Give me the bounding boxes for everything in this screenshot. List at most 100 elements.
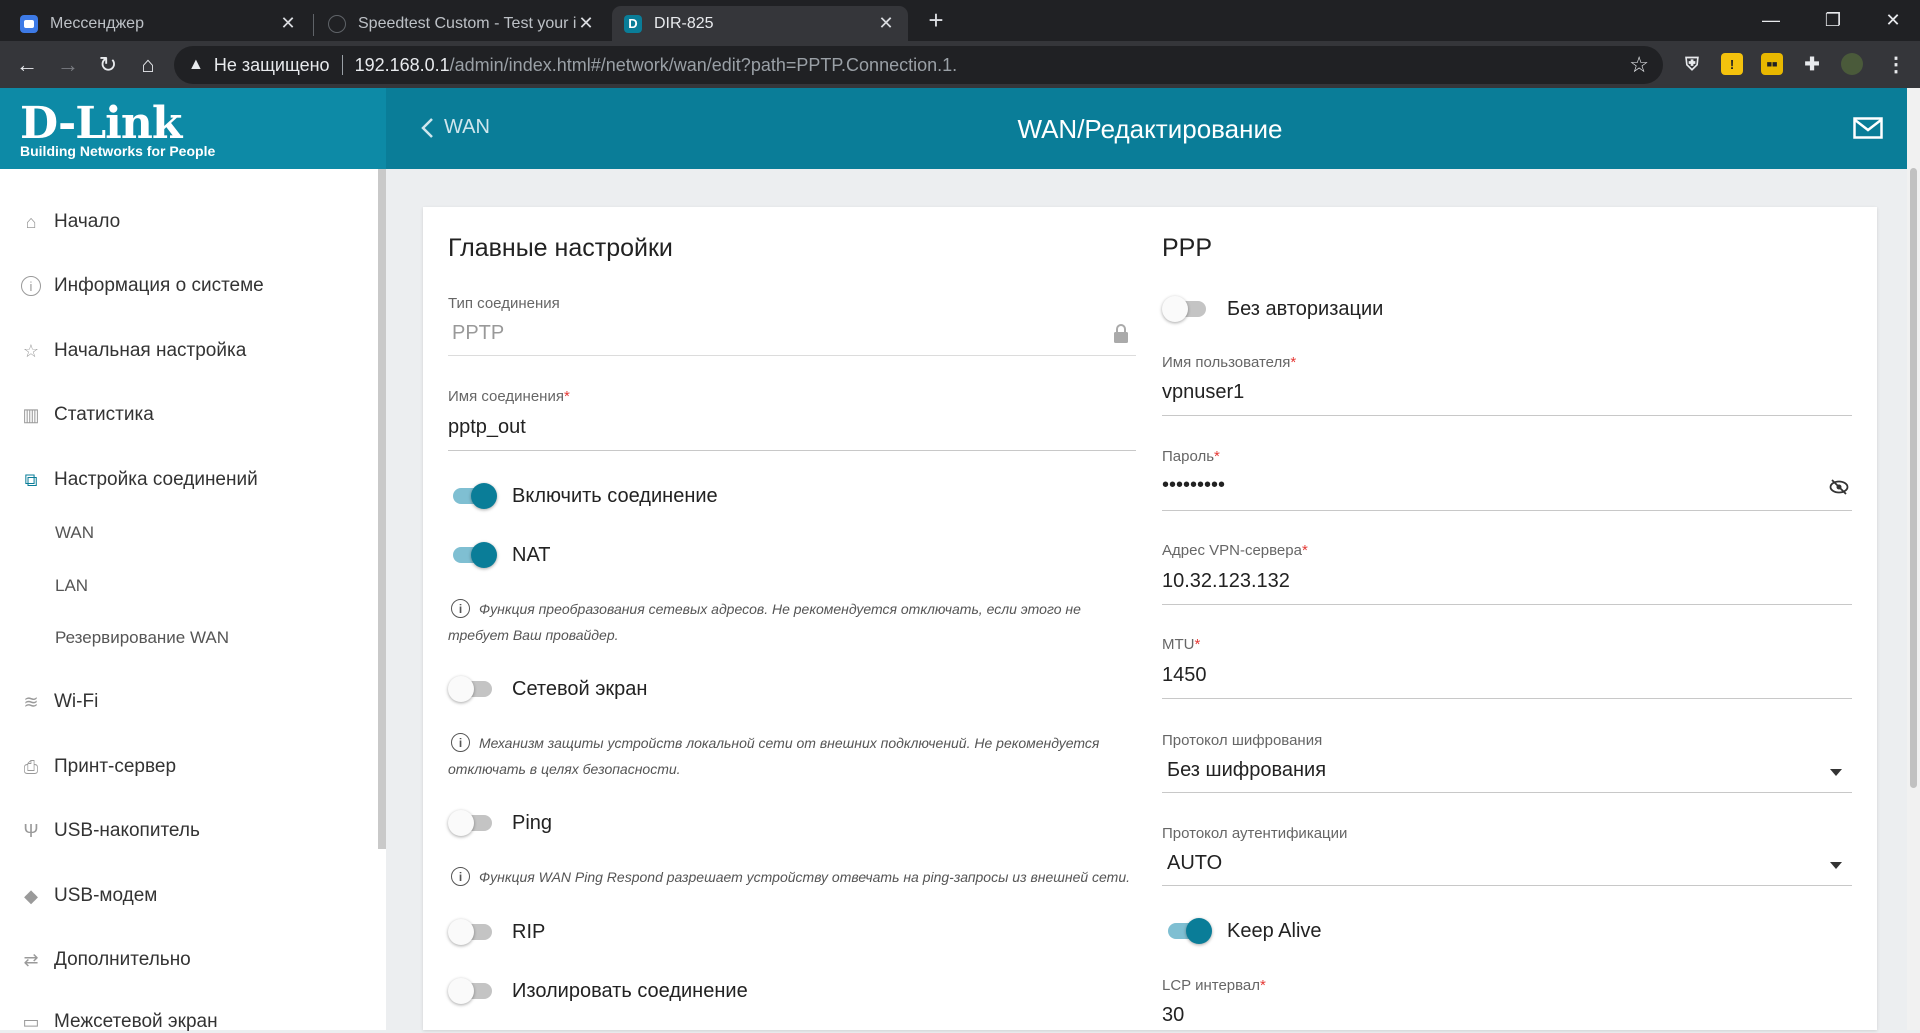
tab-speedtest[interactable]: Speedtest Custom - Test your internet ✕: [316, 6, 608, 41]
keepalive-label: Keep Alive: [1227, 920, 1322, 942]
tab-dir825[interactable]: D DIR-825 ✕: [612, 6, 908, 41]
eye-off-icon[interactable]: [1829, 479, 1849, 495]
forward-arrow-icon[interactable]: →: [54, 51, 82, 79]
mtu-input[interactable]: 1450: [1162, 664, 1207, 687]
restore-button[interactable]: ❐: [1802, 0, 1864, 41]
isolate-toggle[interactable]: [448, 977, 494, 1004]
page-title: WAN/Редактирование: [1017, 114, 1283, 144]
conn-type-value: PPTP: [452, 322, 505, 344]
printer-icon: ⎙: [23, 756, 39, 777]
sidebar-item-home[interactable]: ⌂ Начало: [20, 211, 121, 233]
auth-select[interactable]: AUTO: [1167, 852, 1222, 875]
dlink-logo[interactable]: D-Link Building Networks for People: [0, 88, 386, 169]
label-text: Адрес VPN-сервера: [1162, 542, 1302, 559]
home-browser-icon[interactable]: ⌂: [134, 51, 162, 79]
sidebar-item-label: Дополнительно: [54, 949, 191, 970]
ppp-title: PPP: [1162, 234, 1213, 262]
toggle-knob: [471, 483, 497, 509]
reload-icon[interactable]: ↻: [94, 51, 122, 79]
puzzle-extensions-icon[interactable]: ✚: [1801, 53, 1823, 75]
tab-messenger[interactable]: Мессенджер ✕: [8, 6, 310, 41]
sidebar-item-usb-modem[interactable]: ◆ USB-модем: [20, 885, 157, 907]
sidebar-item-advanced[interactable]: ⇄ Дополнительно: [20, 949, 191, 971]
speedtest-icon: [328, 14, 346, 33]
sidebar-item-label: Статистика: [54, 404, 154, 425]
sidebar-item-print-server[interactable]: ⎙ Принт-сервер: [20, 756, 176, 778]
nat-toggle[interactable]: [451, 541, 497, 568]
chart-icon: ▥: [22, 404, 40, 425]
sidebar-scrollbar[interactable]: [378, 169, 386, 849]
required-mark: *: [1214, 448, 1220, 465]
sidebar-item-label: Настройка соединений: [54, 469, 258, 490]
scrollbar-thumb[interactable]: [1910, 168, 1917, 788]
info-icon: i: [20, 275, 42, 297]
toggle-knob: [448, 978, 474, 1004]
ping-toggle[interactable]: [448, 809, 494, 836]
firewall-label: Сетевой экран: [512, 678, 648, 700]
noauth-toggle[interactable]: [1162, 295, 1208, 322]
sidebar-subitem-lan[interactable]: LAN: [55, 576, 88, 596]
lock-icon: [1114, 324, 1128, 343]
profile-avatar[interactable]: [1841, 53, 1863, 75]
mtu-underline: [1162, 698, 1852, 699]
lcp-input[interactable]: 30: [1162, 1004, 1184, 1027]
chevron-down-icon[interactable]: [1830, 769, 1842, 776]
label-text: Имя соединения: [448, 388, 564, 405]
back-button[interactable]: WAN: [420, 116, 490, 139]
auth-underline: [1162, 885, 1852, 886]
password-label: Пароль*: [1162, 448, 1220, 465]
url-host: 192.168.0.1: [354, 54, 450, 75]
nat-hint-line1: Функция преобразования сетевых адресов. …: [479, 601, 1081, 617]
noauth-label: Без авторизации: [1227, 298, 1384, 320]
enable-connection-toggle[interactable]: [451, 482, 497, 509]
server-input[interactable]: 10.32.123.132: [1162, 570, 1290, 593]
username-label: Имя пользователя*: [1162, 354, 1296, 371]
sidebar-item-wifi[interactable]: ≋ Wi-Fi: [20, 691, 98, 713]
browser-menu-icon[interactable]: ⋮: [1885, 53, 1907, 76]
page-scrollbar[interactable]: [1907, 88, 1920, 1030]
back-arrow-icon[interactable]: ←: [13, 51, 41, 79]
extension-badge-icon[interactable]: ■■: [1761, 53, 1783, 75]
dlink-favicon: D: [624, 14, 642, 33]
sidebar-item-connections[interactable]: ⧉ Настройка соединений: [20, 469, 258, 491]
chevron-down-icon[interactable]: [1830, 862, 1842, 869]
close-window-button[interactable]: ✕: [1862, 0, 1920, 41]
star-icon: ☆: [22, 340, 40, 361]
new-tab-button[interactable]: +: [922, 6, 950, 34]
mail-icon[interactable]: [1853, 117, 1883, 139]
close-icon[interactable]: ✕: [278, 13, 298, 34]
close-icon[interactable]: ✕: [876, 13, 896, 34]
auth-label: Протокол аутентификации: [1162, 825, 1348, 842]
sidebar: ⌂ Начало i Информация о системе ☆ Началь…: [0, 169, 386, 1032]
wifi-icon: ≋: [23, 691, 39, 712]
url-path: /admin/index.html#/network/wan/edit?path…: [449, 54, 958, 75]
password-underline: [1162, 510, 1852, 511]
username-input[interactable]: vpnuser1: [1162, 381, 1244, 404]
conn-name-input[interactable]: pptp_out: [448, 416, 526, 439]
sidebar-item-system-info[interactable]: i Информация о системе: [20, 275, 264, 297]
toggle-knob: [448, 676, 474, 702]
firewall-toggle[interactable]: [448, 675, 494, 702]
sidebar-subitem-wan[interactable]: WAN: [55, 523, 94, 543]
sidebar-item-statistics[interactable]: ▥ Статистика: [20, 404, 154, 426]
address-bar[interactable]: ▲ Не защищено 192.168.0.1 /admin/index.h…: [174, 46, 1663, 84]
extension-yellow-icon[interactable]: !: [1721, 53, 1743, 75]
sidebar-item-label: Wi-Fi: [54, 691, 99, 712]
close-icon[interactable]: ✕: [576, 13, 596, 34]
warning-icon: ▲: [188, 56, 204, 73]
tab-title: Мессенджер: [50, 14, 144, 32]
home-icon: ⌂: [25, 211, 37, 232]
bookmark-star-icon[interactable]: ☆: [1629, 52, 1649, 78]
sidebar-item-usb-storage[interactable]: Ψ USB-накопитель: [20, 820, 199, 842]
sidebar-subitem-wan-backup[interactable]: Резервирование WAN: [55, 628, 229, 648]
sidebar-item-label: USB-модем: [54, 885, 158, 906]
minimize-button[interactable]: —: [1740, 0, 1802, 41]
encryption-select[interactable]: Без шифрования: [1167, 759, 1326, 782]
keepalive-toggle[interactable]: [1166, 917, 1212, 944]
sidebar-item-initial-setup[interactable]: ☆ Начальная настройка: [20, 340, 246, 362]
password-input[interactable]: •••••••••: [1162, 474, 1225, 497]
tab-separator: [313, 14, 314, 36]
toggle-knob: [448, 919, 474, 945]
rip-toggle[interactable]: [448, 918, 494, 945]
shield-extension-icon[interactable]: ⛨: [1681, 53, 1703, 75]
